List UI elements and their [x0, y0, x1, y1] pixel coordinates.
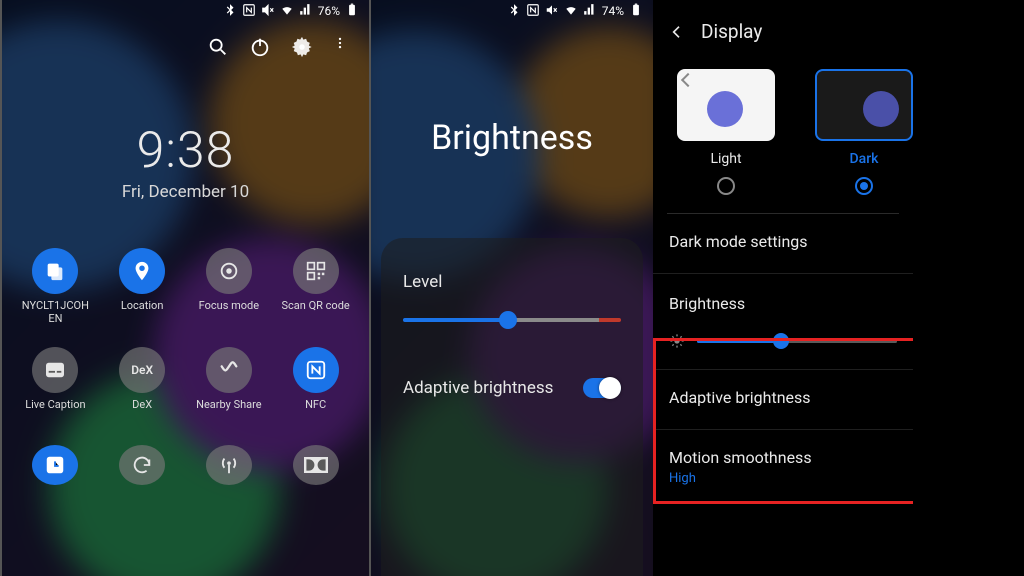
qs-tile-sync[interactable] — [99, 445, 186, 485]
signal-icon — [583, 3, 597, 20]
adaptive-brightness-toggle[interactable] — [583, 378, 621, 398]
qs-tile-dex[interactable]: DeX DeX — [99, 347, 186, 423]
light-label: Light — [710, 151, 741, 167]
nfc-mini-icon — [242, 3, 256, 20]
qs-tile-antenna[interactable] — [186, 445, 273, 485]
signal-icon — [299, 3, 313, 20]
clock-block: 9:38 Fri, December 10 — [2, 122, 369, 202]
copy-icon — [32, 248, 78, 294]
bluetooth-icon — [507, 3, 521, 20]
theme-chooser: Light Dark — [653, 53, 913, 195]
brightness-label: Brightness — [669, 294, 897, 313]
status-bar: 76% — [2, 0, 369, 22]
location-icon — [119, 248, 165, 294]
qs-tile-nyclt[interactable]: NYCLT1JCOH EN — [12, 248, 99, 325]
qs-tile-dolby[interactable] — [272, 445, 359, 485]
light-radio[interactable] — [717, 177, 735, 195]
time-text: 9:38 — [2, 122, 369, 180]
battery-icon — [345, 3, 359, 20]
toggle-knob — [599, 377, 621, 399]
adaptive-label: Adaptive brightness — [669, 388, 897, 407]
battery-pct: 74% — [602, 4, 624, 18]
target-icon — [206, 248, 252, 294]
more-icon[interactable] — [333, 36, 347, 58]
motion-smoothness-row[interactable]: Motion smoothness High — [653, 429, 913, 504]
sun-icon — [669, 333, 685, 349]
qs-action-row — [2, 22, 369, 58]
display-header: Display — [653, 0, 913, 53]
slider-thumb[interactable] — [499, 311, 517, 329]
caption-icon — [32, 347, 78, 393]
theme-option-dark[interactable]: Dark — [815, 69, 913, 195]
adaptive-label: Adaptive brightness — [403, 378, 553, 398]
qs-tile-label: Live Caption — [25, 399, 85, 423]
nfc-mini-icon — [526, 3, 540, 20]
battery-pct: 76% — [318, 4, 340, 18]
qs-tile-label: Nearby Share — [196, 399, 261, 423]
antenna-icon — [206, 445, 252, 485]
clock-icon — [32, 445, 78, 485]
brightness-card: Level Adaptive brightness — [381, 238, 643, 576]
brightness-settings-panel: 74% Brightness Level Adaptive brightness — [371, 0, 653, 576]
quick-settings-grid: NYCLT1JCOH EN Location Focus mode Scan Q… — [2, 202, 369, 485]
date-text: Fri, December 10 — [2, 182, 369, 202]
qs-tile-qr[interactable]: Scan QR code — [272, 248, 359, 325]
adaptive-brightness-row[interactable]: Adaptive brightness — [653, 369, 913, 429]
nfc-icon — [293, 347, 339, 393]
level-label: Level — [403, 272, 621, 292]
bluetooth-icon — [223, 3, 237, 20]
gear-icon[interactable] — [291, 36, 313, 58]
qs-tile-clock[interactable] — [12, 445, 99, 485]
status-bar: 74% — [371, 0, 653, 22]
battery-icon — [629, 3, 643, 20]
display-settings-panel: Display Light Dark Dark mode settings Br… — [653, 0, 913, 576]
mute-icon — [545, 3, 559, 20]
light-preview — [677, 69, 775, 141]
theme-option-light[interactable]: Light — [677, 69, 775, 195]
brightness-slider[interactable] — [697, 340, 897, 343]
qr-icon — [293, 248, 339, 294]
brightness-section: Brightness — [653, 273, 913, 369]
brightness-level-slider[interactable] — [403, 318, 621, 322]
dark-label: Dark — [850, 151, 879, 167]
brightness-slider-row — [669, 333, 897, 349]
wifi-icon — [564, 3, 578, 20]
qs-tile-nearby[interactable]: Nearby Share — [186, 347, 273, 423]
dex-icon: DeX — [119, 347, 165, 393]
qs-tile-label: Location — [121, 300, 164, 324]
wifi-icon — [280, 3, 294, 20]
adaptive-brightness-row[interactable]: Adaptive brightness — [403, 378, 621, 398]
motion-value: High — [669, 471, 897, 486]
motion-label: Motion smoothness — [669, 448, 897, 467]
dolby-icon — [293, 445, 339, 485]
search-icon[interactable] — [207, 36, 229, 58]
mute-icon — [261, 3, 275, 20]
qs-tile-label: NYCLT1JCOH EN — [22, 300, 89, 325]
qs-tile-caption[interactable]: Live Caption — [12, 347, 99, 423]
dark-radio[interactable] — [855, 177, 873, 195]
qs-tile-label: DeX — [132, 399, 152, 423]
dark-preview — [815, 69, 913, 141]
power-icon[interactable] — [249, 36, 271, 58]
qs-tile-label: Focus mode — [199, 300, 259, 324]
dark-mode-settings-label: Dark mode settings — [669, 232, 897, 251]
back-icon[interactable] — [669, 24, 685, 40]
page-title: Display — [701, 20, 762, 43]
quick-settings-panel: 76% 9:38 Fri, December 10 NYCLT1JCOH EN … — [0, 0, 371, 576]
qs-tile-focus[interactable]: Focus mode — [186, 248, 273, 325]
sync-icon — [119, 445, 165, 485]
qs-tile-label: NFC — [305, 399, 326, 423]
qs-tile-label: Scan QR code — [282, 300, 350, 324]
slider-thumb[interactable] — [773, 333, 789, 349]
dark-mode-settings-row[interactable]: Dark mode settings — [653, 214, 913, 273]
qs-tile-nfc[interactable]: NFC — [272, 347, 359, 423]
page-title: Brightness — [371, 118, 653, 158]
qs-tile-location[interactable]: Location — [99, 248, 186, 325]
nearby-icon — [206, 347, 252, 393]
